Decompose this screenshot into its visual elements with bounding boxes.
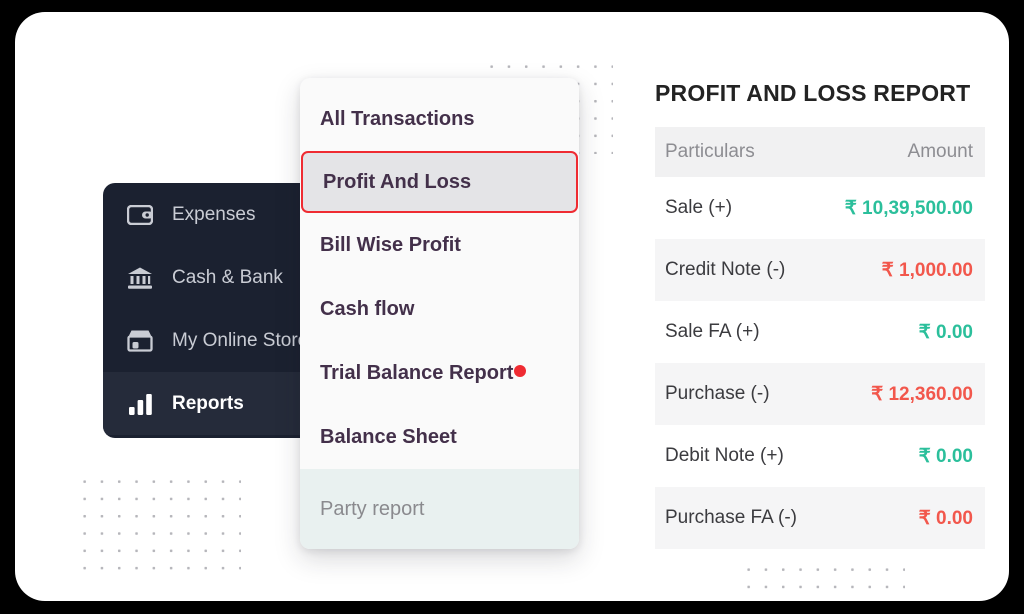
cell-particulars: Purchase (-) — [665, 383, 770, 404]
table-row: Purchase FA (-) ₹ 0.00 — [655, 487, 985, 549]
column-header-particulars: Particulars — [665, 141, 755, 162]
cell-amount: ₹ 1,000.00 — [881, 259, 973, 281]
menu-item-balance-sheet[interactable]: Balance Sheet — [300, 405, 579, 469]
cell-amount: ₹ 0.00 — [918, 321, 973, 343]
cell-amount: ₹ 0.00 — [918, 445, 973, 467]
dot-grid-left — [76, 473, 241, 572]
cell-amount: ₹ 10,39,500.00 — [844, 197, 973, 219]
table-row: Credit Note (-) ₹ 1,000.00 — [655, 239, 985, 301]
notification-dot-icon — [514, 365, 527, 377]
sidebar-item-cash-and-bank[interactable]: Cash & Bank — [103, 246, 328, 309]
screen: Expenses Cash & Bank My Online Store Rep… — [0, 0, 1024, 614]
profit-and-loss-report-panel: PROFIT AND LOSS REPORT Particulars Amoun… — [655, 80, 985, 549]
cell-particulars: Sale FA (+) — [665, 321, 760, 342]
app-card: Expenses Cash & Bank My Online Store Rep… — [15, 12, 1009, 601]
menu-item-all-transactions[interactable]: All Transactions — [300, 87, 579, 151]
bank-icon — [125, 265, 155, 291]
sidebar-item-label: Reports — [172, 393, 244, 414]
cell-particulars: Purchase FA (-) — [665, 507, 797, 528]
menu-list: All Transactions Profit And Loss Bill Wi… — [300, 78, 579, 469]
menu-item-trial-balance-report[interactable]: Trial Balance Report — [300, 341, 579, 405]
table-row: Sale (+) ₹ 10,39,500.00 — [655, 177, 985, 239]
sidebar: Expenses Cash & Bank My Online Store Rep… — [103, 183, 328, 438]
cell-amount: ₹ 12,360.00 — [871, 383, 973, 405]
sidebar-item-expenses[interactable]: Expenses — [103, 183, 328, 246]
menu-item-label: All Transactions — [320, 107, 475, 130]
sidebar-item-label: Expenses — [172, 204, 256, 225]
report-table: Particulars Amount Sale (+) ₹ 10,39,500.… — [655, 127, 985, 549]
table-row: Purchase (-) ₹ 12,360.00 — [655, 363, 985, 425]
menu-item-label: Cash flow — [320, 297, 415, 320]
wallet-icon — [125, 202, 155, 228]
table-header-row: Particulars Amount — [655, 127, 985, 177]
menu-item-label: Balance Sheet — [320, 425, 457, 448]
storefront-icon — [125, 328, 155, 354]
table-row: Sale FA (+) ₹ 0.00 — [655, 301, 985, 363]
report-title: PROFIT AND LOSS REPORT — [655, 80, 971, 106]
sidebar-item-reports[interactable]: Reports — [103, 372, 328, 435]
menu-item-label: Profit And Loss — [323, 170, 472, 193]
menu-item-profit-and-loss[interactable]: Profit And Loss — [301, 151, 578, 213]
menu-item-label: Trial Balance Report — [320, 361, 514, 384]
sidebar-item-my-online-store[interactable]: My Online Store — [103, 309, 328, 372]
menu-item-bill-wise-profit[interactable]: Bill Wise Profit — [300, 213, 579, 277]
sidebar-item-label: My Online Store — [172, 330, 309, 351]
table-row: Debit Note (+) ₹ 0.00 — [655, 425, 985, 487]
reports-dropdown-menu: All Transactions Profit And Loss Bill Wi… — [300, 78, 579, 549]
cell-particulars: Credit Note (-) — [665, 259, 786, 280]
dot-grid-bottom — [740, 561, 905, 589]
column-header-amount: Amount — [907, 141, 973, 162]
menu-footer-party-report[interactable]: Party report — [300, 469, 579, 549]
cell-particulars: Sale (+) — [665, 197, 733, 218]
menu-item-cash-flow[interactable]: Cash flow — [300, 277, 579, 341]
sidebar-item-label: Cash & Bank — [172, 267, 283, 288]
cell-particulars: Debit Note (+) — [665, 445, 784, 466]
menu-item-label: Bill Wise Profit — [320, 233, 461, 256]
bar-chart-icon — [125, 391, 155, 417]
menu-footer-label: Party report — [320, 497, 425, 520]
cell-amount: ₹ 0.00 — [918, 507, 973, 529]
